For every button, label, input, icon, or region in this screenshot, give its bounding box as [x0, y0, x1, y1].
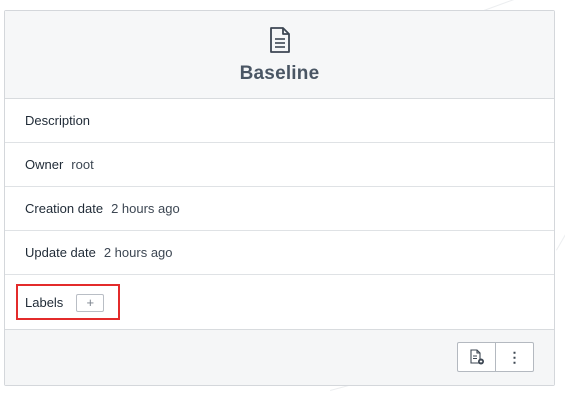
creation-date-row: Creation date 2 hours ago	[5, 187, 554, 231]
description-label: Description	[25, 113, 91, 128]
export-document-icon	[469, 349, 484, 365]
card-header: Baseline	[5, 11, 554, 99]
creation-date-value: 2 hours ago	[111, 201, 180, 216]
document-icon	[269, 27, 290, 53]
owner-value: root	[71, 157, 94, 172]
baseline-card: Baseline Description Owner root Creation…	[4, 10, 555, 386]
background-line	[556, 198, 565, 251]
export-button[interactable]	[458, 343, 495, 371]
update-date-label: Update date	[25, 245, 96, 260]
labels-row: Labels +	[5, 275, 554, 331]
highlight-annotation	[16, 284, 120, 320]
footer-action-group: ⋮	[457, 342, 534, 372]
creation-date-label: Creation date	[25, 201, 104, 216]
update-date-value: 2 hours ago	[103, 245, 173, 260]
update-date-row: Update date 2 hours ago	[5, 231, 554, 275]
owner-label: Owner	[25, 157, 64, 172]
owner-row: Owner root	[5, 143, 554, 187]
kebab-menu-icon: ⋮	[507, 349, 522, 365]
card-title: Baseline	[239, 63, 320, 84]
card-footer: ⋮	[5, 329, 554, 385]
more-actions-button[interactable]: ⋮	[495, 343, 533, 371]
description-row: Description	[5, 99, 554, 143]
